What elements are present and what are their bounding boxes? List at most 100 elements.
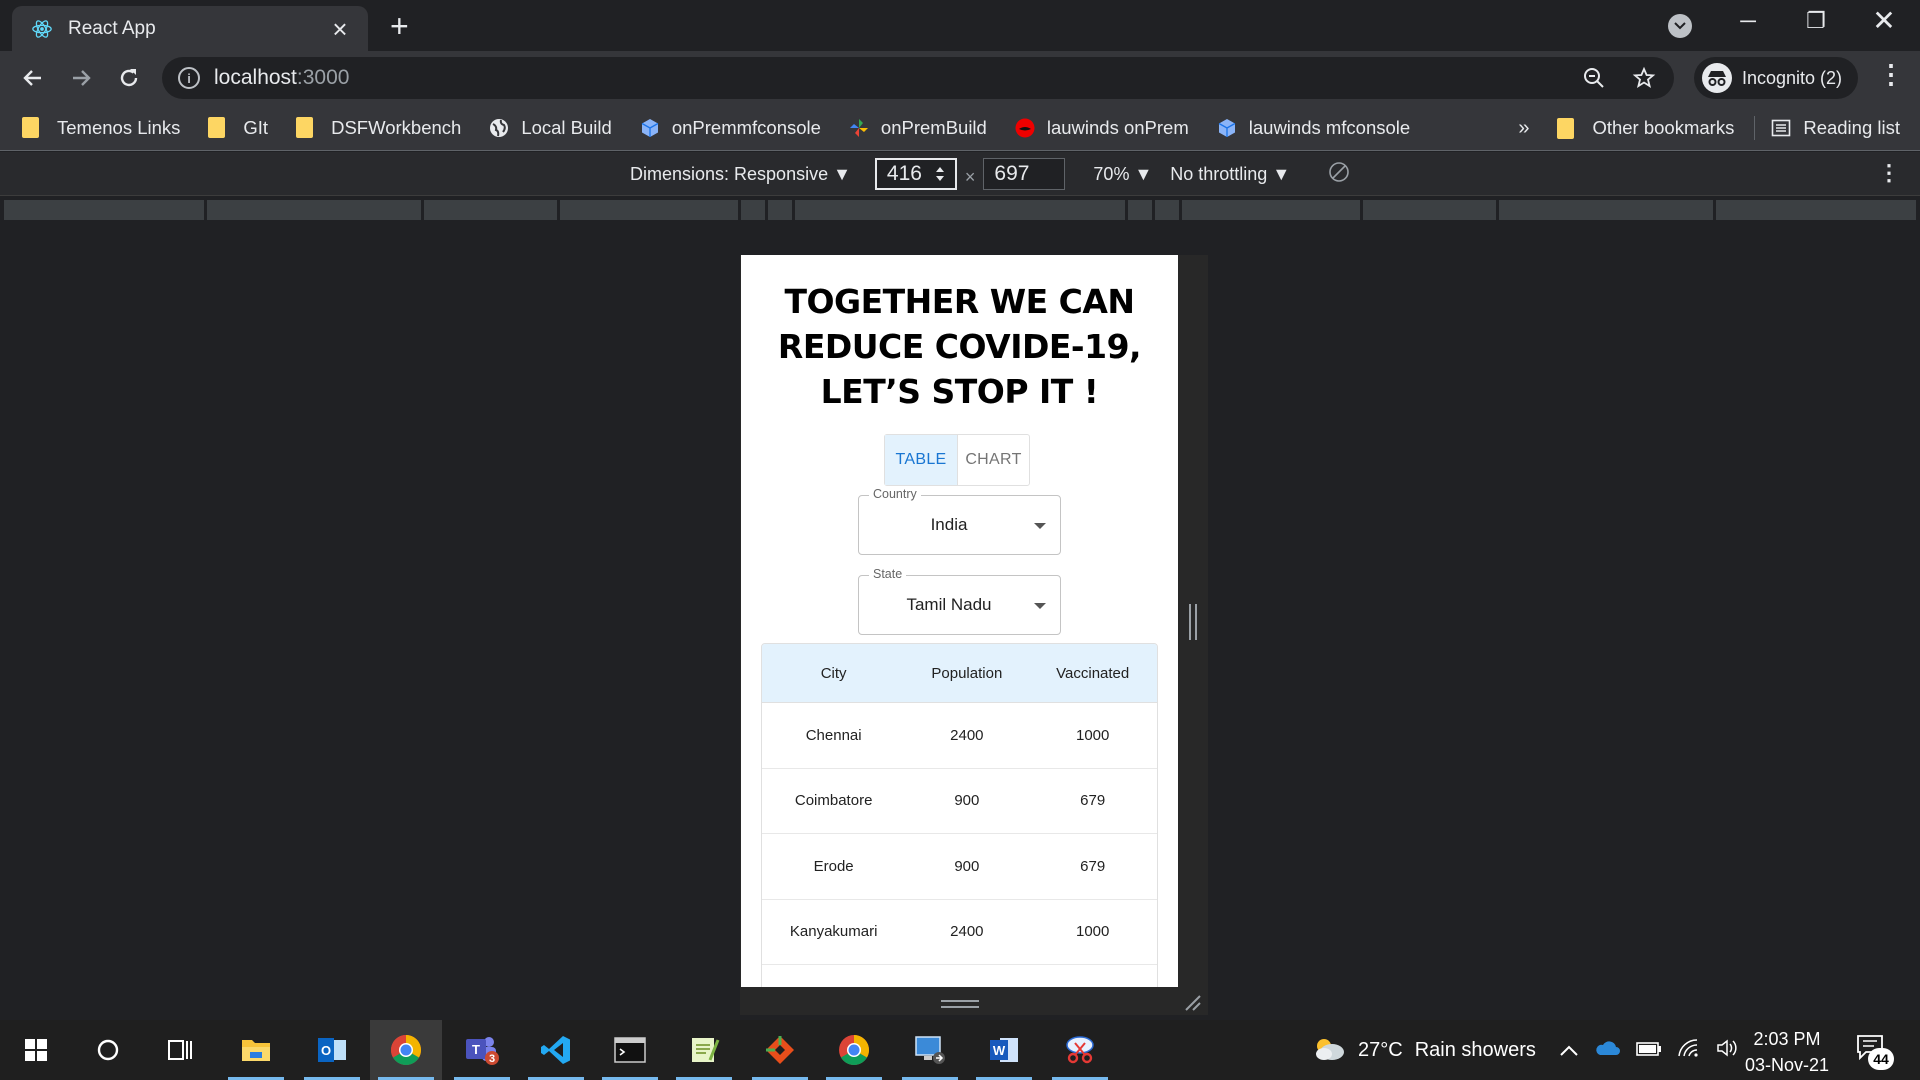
- table-row: Coimbatore 900 679: [762, 769, 1157, 834]
- media-query-segment[interactable]: [560, 200, 738, 220]
- media-query-segment[interactable]: [1128, 200, 1152, 220]
- teams-icon[interactable]: T3: [446, 1020, 518, 1080]
- browser-menu-icon[interactable]: ⋮: [1878, 61, 1904, 87]
- column-header-city[interactable]: City: [762, 644, 905, 702]
- snipping-tool-icon[interactable]: [1044, 1020, 1116, 1080]
- cell-population: 900: [954, 792, 980, 810]
- weather-condition: Rain showers: [1414, 1038, 1536, 1061]
- bookmark-temenos-links[interactable]: Temenos Links: [22, 117, 180, 139]
- new-tab-plus-icon[interactable]: +: [390, 10, 409, 42]
- state-select-value: Tamil Nadu: [906, 595, 992, 614]
- media-query-segment[interactable]: [741, 200, 765, 220]
- chrome-icon[interactable]: [370, 1020, 442, 1080]
- remote-desktop-icon[interactable]: [894, 1020, 966, 1080]
- media-query-segment[interactable]: [1716, 200, 1916, 220]
- bookmark-git[interactable]: GIt: [208, 117, 268, 139]
- reload-icon[interactable]: [112, 61, 146, 95]
- bookmark-star-icon[interactable]: [1632, 66, 1656, 95]
- dropdown-caret-icon: [1034, 603, 1046, 609]
- cell-vaccinated: 679: [1080, 792, 1106, 810]
- notepad-plus-plus-icon[interactable]: [668, 1020, 740, 1080]
- viewport-corner-resize-icon[interactable]: [1182, 992, 1202, 1012]
- word-icon[interactable]: W: [968, 1020, 1040, 1080]
- view-toggle-group: TABLE CHART: [884, 434, 1030, 486]
- restore-window-icon[interactable]: ❐: [1796, 8, 1836, 34]
- tab-search-chevron-icon[interactable]: [1668, 14, 1692, 38]
- forward-arrow-icon[interactable]: [64, 61, 98, 95]
- task-view-icon[interactable]: [144, 1020, 216, 1080]
- viewport-width-input[interactable]: 416: [874, 158, 957, 190]
- windows-start-icon[interactable]: [0, 1020, 72, 1080]
- taskbar-clock[interactable]: 2:03 PM 03-Nov-21: [1732, 1026, 1842, 1078]
- zoom-dropdown[interactable]: 70% ▼: [1093, 164, 1152, 185]
- country-select[interactable]: Country India: [858, 487, 1061, 555]
- wifi-icon[interactable]: [1678, 1038, 1700, 1062]
- file-explorer-icon[interactable]: [220, 1020, 292, 1080]
- viewport-height-input[interactable]: 697: [983, 158, 1066, 190]
- media-query-segment[interactable]: [768, 200, 792, 220]
- column-header-vaccinated[interactable]: Vaccinated: [1028, 644, 1157, 702]
- onedrive-cloud-icon[interactable]: [1594, 1040, 1620, 1061]
- bookmark-lauwinds-onprem[interactable]: lauwinds onPrem: [1015, 117, 1189, 139]
- bookmarks-overflow-chevron[interactable]: »: [1518, 117, 1529, 140]
- viewport-height-resize-handle[interactable]: [941, 1000, 979, 1008]
- media-query-segment[interactable]: [1155, 200, 1179, 220]
- column-header-population[interactable]: Population: [905, 644, 1028, 702]
- incognito-profile-button[interactable]: Incognito (2): [1694, 57, 1858, 99]
- bookmark-lauwinds-mfconsole[interactable]: lauwinds mfconsole: [1217, 117, 1410, 139]
- chart-toggle-button[interactable]: CHART: [957, 435, 1029, 485]
- media-query-segment[interactable]: [1363, 200, 1496, 220]
- viewport-width-resize-handle[interactable]: [1189, 604, 1197, 640]
- dimensions-dropdown[interactable]: Dimensions: Responsive ▼: [630, 164, 851, 185]
- throttling-dropdown[interactable]: No throttling ▼: [1170, 164, 1290, 185]
- outlook-icon[interactable]: O: [296, 1020, 368, 1080]
- table-toggle-button[interactable]: TABLE: [885, 435, 957, 485]
- battery-icon[interactable]: [1636, 1040, 1662, 1061]
- site-info-icon[interactable]: i: [178, 67, 200, 89]
- minimize-window-icon[interactable]: ─: [1728, 8, 1768, 34]
- zoom-magnifier-icon[interactable]: [1582, 66, 1606, 95]
- device-toolbar: Dimensions: Responsive ▼ 416 × 697 70% ▼…: [0, 152, 1920, 196]
- media-query-segment[interactable]: [424, 200, 557, 220]
- bookmark-other-bookmarks[interactable]: Other bookmarks: [1557, 117, 1734, 139]
- git-kraken-icon[interactable]: [744, 1020, 816, 1080]
- dropdown-caret-icon: [1034, 523, 1046, 529]
- rotate-device-icon[interactable]: [1328, 161, 1350, 188]
- cell-vaccinated: 1000: [1076, 923, 1110, 941]
- close-window-icon[interactable]: ✕: [1864, 4, 1904, 37]
- tray-chevron-up-icon[interactable]: [1560, 1040, 1578, 1061]
- bookmark-onprembuild[interactable]: onPremBuild: [849, 117, 987, 139]
- terminal-icon[interactable]: [594, 1020, 666, 1080]
- back-arrow-icon[interactable]: [16, 61, 50, 95]
- weather-widget[interactable]: 27°C Rain showers: [1312, 1020, 1536, 1080]
- chrome-icon[interactable]: [818, 1020, 890, 1080]
- bookmark-onpremmfconsole[interactable]: onPremmfconsole: [640, 117, 821, 139]
- device-toolbar-menu-icon[interactable]: ⋮: [1878, 162, 1900, 184]
- country-select-label: Country: [869, 487, 921, 501]
- media-query-segment[interactable]: [795, 200, 1125, 220]
- media-query-segment[interactable]: [1499, 200, 1713, 220]
- cell-population: 900: [954, 857, 980, 875]
- tab-close-icon[interactable]: ×: [326, 16, 354, 42]
- media-query-segment[interactable]: [1182, 200, 1360, 220]
- browser-toolbar: i localhost:3000 Incognito (2) ⋮: [0, 51, 1920, 105]
- react-app-viewport: TOGETHER WE CAN REDUCE COVIDE-19, LET’S …: [741, 255, 1178, 987]
- react-logo-icon: [30, 17, 54, 41]
- state-select[interactable]: State Tamil Nadu: [858, 567, 1061, 635]
- reading-list-button[interactable]: Reading list: [1771, 117, 1900, 139]
- cell-city: Coimbatore: [794, 792, 873, 810]
- browser-tab-react-app[interactable]: React App ×: [12, 6, 368, 51]
- bookmark-dsfworkbench[interactable]: DSFWorkbench: [296, 117, 461, 139]
- cortana-search-icon[interactable]: [72, 1020, 144, 1080]
- system-tray: [1560, 1020, 1738, 1080]
- windows-taskbar: O T3 W 27°C Rain showers 2:03 PM 03-Nov-…: [0, 1020, 1920, 1080]
- bookmark-local-build[interactable]: Local Build: [489, 117, 612, 139]
- media-query-segment[interactable]: [207, 200, 421, 220]
- clock-time: 2:03 PM: [1753, 1029, 1821, 1049]
- globe-icon: [490, 118, 509, 137]
- action-center-button[interactable]: 44: [1856, 1034, 1894, 1070]
- weather-temperature: 27°C: [1358, 1038, 1403, 1061]
- address-bar[interactable]: i localhost:3000: [162, 57, 1674, 99]
- media-query-segment[interactable]: [4, 200, 204, 220]
- vscode-icon[interactable]: [520, 1020, 592, 1080]
